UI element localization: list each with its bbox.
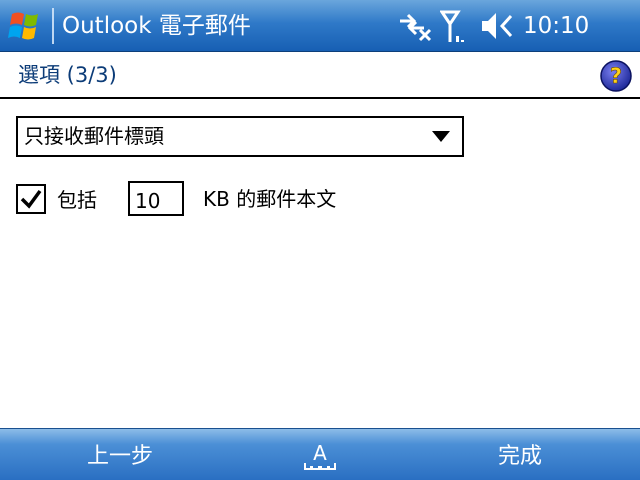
checkmark-icon bbox=[20, 189, 42, 209]
clock[interactable]: 10:10 bbox=[523, 11, 589, 41]
done-softkey[interactable]: 完成 bbox=[440, 429, 600, 480]
windows-flag-icon[interactable] bbox=[6, 8, 46, 44]
title-separator bbox=[52, 8, 54, 44]
include-body-checkbox[interactable] bbox=[16, 184, 46, 214]
back-softkey[interactable]: 上一步 bbox=[40, 429, 200, 480]
keyboard-input-panel-icon[interactable]: A bbox=[302, 439, 338, 473]
heading-divider bbox=[0, 97, 640, 99]
include-body-label: 包括 bbox=[57, 188, 97, 212]
app-title: Outlook 電子郵件 bbox=[62, 13, 251, 39]
body-size-suffix-label: KB 的郵件本文 bbox=[203, 187, 337, 211]
volume-icon[interactable] bbox=[480, 10, 514, 42]
svg-text:A: A bbox=[313, 441, 327, 465]
download-mode-dropdown[interactable]: 只接收郵件標頭 bbox=[16, 116, 464, 157]
title-bar: Outlook 電子郵件 10:10 bbox=[0, 0, 640, 52]
page-heading: 選項 (3/3) ? bbox=[0, 52, 640, 99]
svg-text:?: ? bbox=[610, 64, 622, 88]
page-title: 選項 (3/3) bbox=[18, 63, 117, 87]
body-size-kb-input[interactable]: 10 bbox=[128, 181, 184, 216]
help-icon[interactable]: ? bbox=[600, 60, 632, 92]
softkey-bar: 上一步 A 完成 bbox=[0, 428, 640, 480]
dropdown-arrow-icon bbox=[432, 131, 450, 142]
signal-strength-icon[interactable] bbox=[440, 10, 466, 44]
download-mode-value: 只接收郵件標頭 bbox=[24, 124, 164, 148]
screen: Outlook 電子郵件 10:10 選項 (3/3) ? 只接收郵件標頭 包括… bbox=[0, 0, 640, 480]
connectivity-icon[interactable] bbox=[398, 10, 432, 42]
